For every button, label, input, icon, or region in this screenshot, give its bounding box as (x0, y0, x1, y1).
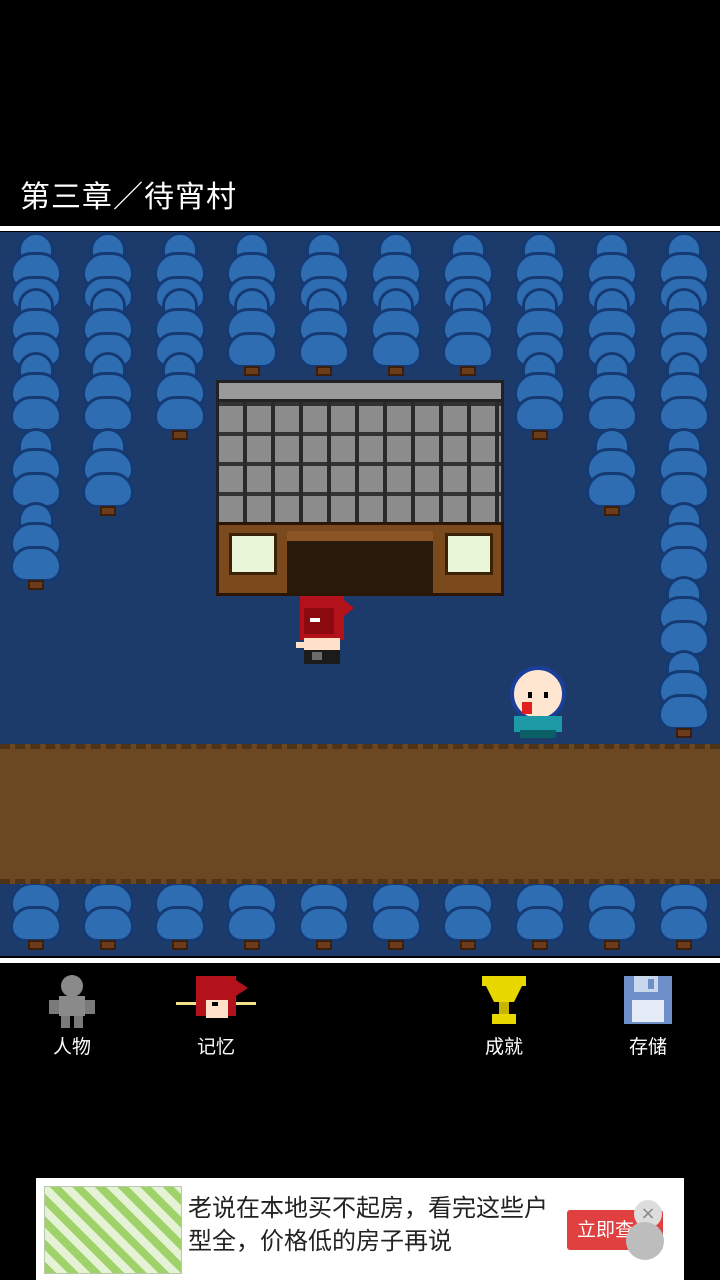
house-window-left (229, 533, 277, 575)
ad-logo-icon (626, 1222, 664, 1260)
pine-tree (364, 288, 428, 378)
pine-tree (508, 352, 572, 442)
house-door[interactable] (287, 531, 433, 593)
pine-tree (436, 288, 500, 378)
pine-tree (76, 428, 140, 518)
ad-map-thumbnail (44, 1186, 182, 1274)
hud-memory-label: 记忆 (196, 1036, 235, 1058)
memory-icon (176, 976, 256, 1018)
ad-text: 老说在本地买不起房，看完这些户型全，价格低的房子再说 (188, 1194, 548, 1255)
chapter-title: 第三章／待宵村 (20, 180, 237, 215)
house-roof-ridge (216, 380, 504, 402)
pine-tree (220, 288, 284, 378)
hud-memory-button[interactable]: 记忆 (166, 972, 266, 1059)
red-haired-hero-sprite[interactable] (290, 594, 356, 668)
bald-elder-npc-sprite[interactable] (506, 666, 568, 740)
game-viewport[interactable] (0, 232, 720, 956)
hud-bar: 人物 记忆 成就 存储 (0, 972, 720, 1062)
pine-tree (148, 352, 212, 442)
dirt-path (0, 744, 720, 884)
hud-achievement-button[interactable]: 成就 (454, 972, 554, 1059)
house-window-right (445, 533, 493, 575)
pine-tree (4, 502, 68, 592)
bottom-divider (0, 958, 720, 963)
pine-tree (652, 650, 716, 740)
top-divider (0, 226, 720, 231)
hud-people-label: 人物 (52, 1036, 91, 1058)
hud-save-label: 存储 (628, 1036, 667, 1058)
ad-banner[interactable]: 老说在本地买不起房，看完这些户型全，价格低的房子再说 立即查看 × (36, 1178, 684, 1280)
hud-achievement-label: 成就 (484, 1036, 523, 1058)
house-wall (216, 522, 504, 596)
pine-tree (292, 288, 356, 378)
pine-tree (580, 428, 644, 518)
save-disk-icon (624, 976, 672, 1024)
hud-save-button[interactable]: 存储 (598, 972, 698, 1059)
tiled-house[interactable] (216, 380, 504, 596)
hud-people-button[interactable]: 人物 (22, 972, 122, 1059)
trophy-icon (482, 976, 526, 1024)
person-icon (49, 975, 95, 1028)
